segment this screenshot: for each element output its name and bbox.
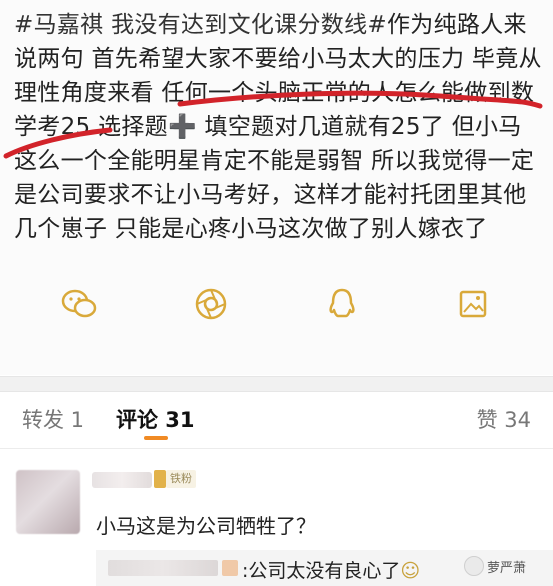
save-image-icon [459, 290, 487, 318]
qq-share-button[interactable] [318, 280, 366, 328]
post-hashtag[interactable]: #马嘉祺 我没有达到文化课分数线# [14, 12, 387, 38]
qq-icon [329, 288, 355, 318]
emoji-icon: ☺ [400, 560, 421, 582]
moments-icon [195, 288, 227, 320]
watermark-text: 萝严萧 [487, 560, 527, 576]
red-annotation-strokes [3, 90, 543, 159]
wechat-icon [61, 289, 97, 318]
reply-text: :公司太没有良心了☺ [242, 560, 421, 582]
comment-text: 小马这是为公司牺牲了？ [96, 514, 316, 538]
active-tab-indicator [144, 436, 168, 440]
save-image-button[interactable] [449, 280, 497, 328]
moments-share-button[interactable] [187, 280, 235, 328]
blurred-reply-username [108, 560, 218, 576]
tab-repost[interactable]: 转发 1 [22, 404, 84, 434]
fan-badge: 铁粉 [166, 470, 196, 488]
comment-tabs: 转发 1 评论 31 赞 34 [0, 392, 553, 442]
fan-badge-icon [154, 470, 166, 488]
section-divider [0, 376, 553, 392]
watermark-logo-icon [464, 556, 484, 576]
wechat-share-button[interactable] [55, 280, 103, 328]
tab-likes[interactable]: 赞 34 [477, 404, 531, 434]
blurred-reply-badge [222, 560, 238, 576]
blurred-username[interactable] [92, 472, 152, 488]
share-bar [0, 280, 553, 336]
post-card: #马嘉祺 我没有达到文化课分数线#作为纯路人来说两句 首先希望大家不要给小马太大… [0, 0, 553, 375]
avatar[interactable] [16, 470, 80, 534]
watermark: 萝严萧 [464, 554, 526, 578]
tab-comments[interactable]: 评论 31 [116, 404, 195, 434]
tabs-separator [0, 448, 553, 449]
